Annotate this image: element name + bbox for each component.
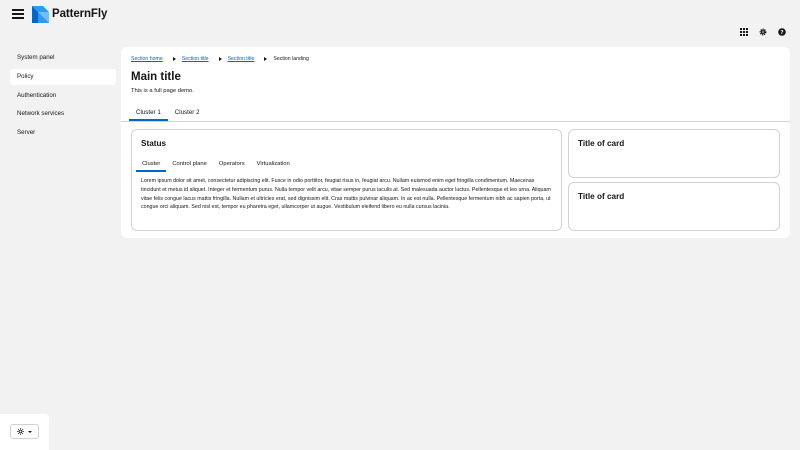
- page-title: Main title: [131, 71, 181, 83]
- status-card: Status Cluster Control plane Operators V…: [131, 129, 562, 231]
- page-tabs: Cluster 1 Cluster 2: [129, 105, 207, 121]
- main-panel: Section home Section title Section title…: [121, 47, 790, 238]
- tab-cluster-1[interactable]: Cluster 1: [129, 105, 168, 121]
- tab-operators[interactable]: Operators: [213, 158, 251, 172]
- tab-virtualization[interactable]: Virtualization: [251, 158, 296, 172]
- patternfly-logo-icon: [32, 5, 49, 23]
- breadcrumb-current: Section landing: [273, 56, 309, 62]
- sidebar-item-policy[interactable]: Policy: [10, 68, 116, 85]
- status-card-title: Status: [141, 139, 167, 148]
- gear-icon[interactable]: [759, 28, 767, 36]
- side-card-title: Title of card: [578, 139, 625, 148]
- page-description: This is a full page demo.: [131, 88, 194, 94]
- tab-cluster[interactable]: Cluster: [136, 158, 167, 172]
- tab-control-plane[interactable]: Control plane: [166, 158, 212, 172]
- apps-grid-icon[interactable]: [740, 28, 748, 36]
- svg-text:?: ?: [780, 30, 783, 36]
- status-tabs: Cluster Control plane Operators Virtuali…: [136, 158, 296, 172]
- breadcrumb-separator-icon: [218, 57, 222, 61]
- side-card-1: Title of card: [568, 129, 780, 178]
- theme-switcher-container: [0, 414, 49, 450]
- breadcrumb-link-section-home[interactable]: Section home: [131, 56, 163, 62]
- brand-logo[interactable]: PatternFly: [32, 5, 107, 23]
- breadcrumb-link-section-title[interactable]: Section title: [182, 56, 209, 62]
- hamburger-icon[interactable]: [12, 9, 24, 19]
- status-card-body: Lorem ipsum dolor sit amet, consectetur …: [141, 178, 551, 211]
- sidebar-item-system-panel[interactable]: System panel: [10, 50, 116, 66]
- help-icon[interactable]: ?: [778, 28, 786, 36]
- side-card-title: Title of card: [578, 192, 625, 201]
- masthead: PatternFly ?: [0, 0, 800, 44]
- sidebar-item-server[interactable]: Server: [10, 125, 116, 141]
- sidebar-item-network-services[interactable]: Network services: [10, 106, 116, 122]
- masthead-tools: ?: [740, 28, 786, 36]
- tab-cluster-2[interactable]: Cluster 2: [168, 105, 207, 121]
- breadcrumb-separator-icon: [172, 57, 176, 61]
- breadcrumb: Section home Section title Section title…: [131, 56, 309, 62]
- brand-name: PatternFly: [52, 8, 108, 20]
- sun-icon: [17, 428, 24, 435]
- tabs-divider: [121, 121, 790, 122]
- breadcrumb-link-section-title-2[interactable]: Section title: [228, 56, 255, 62]
- theme-toggle-button[interactable]: [10, 424, 39, 439]
- sidebar-item-authentication[interactable]: Authentication: [10, 88, 116, 104]
- side-card-2: Title of card: [568, 182, 780, 231]
- sidebar-nav: System panel Policy Authentication Netwo…: [0, 50, 122, 144]
- breadcrumb-separator-icon: [264, 57, 268, 61]
- chevron-down-icon: [28, 430, 32, 433]
